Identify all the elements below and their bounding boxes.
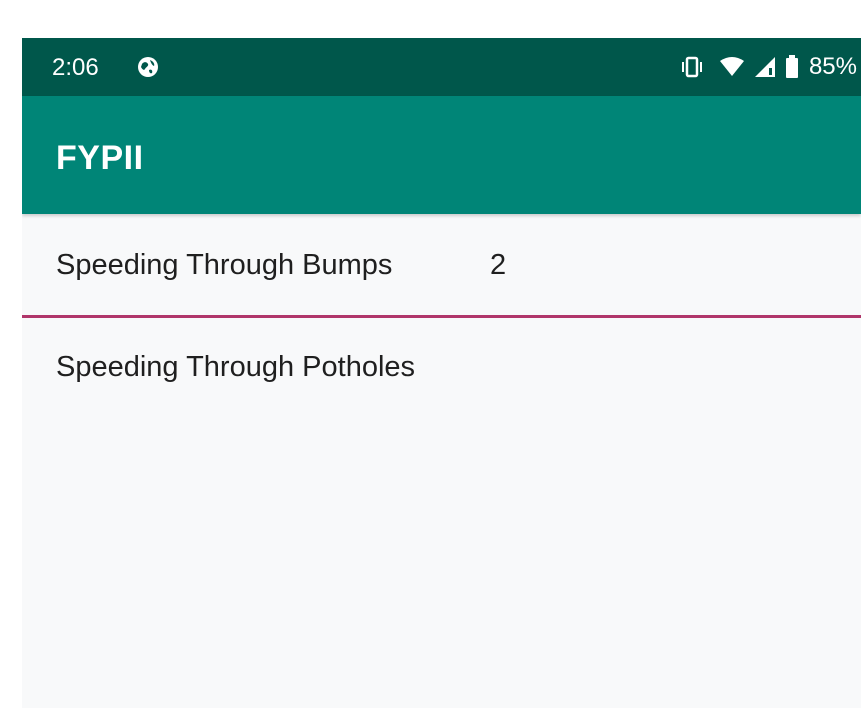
phone-screen: 2:06 85% FYPII Speeding Through Bumps 2 … <box>22 38 861 708</box>
status-bar: 2:06 85% <box>22 38 861 96</box>
cell-signal-icon <box>753 56 777 78</box>
globe-icon <box>136 55 160 79</box>
app-title: FYPII <box>56 139 144 177</box>
list-item-label: Speeding Through Potholes <box>56 351 416 383</box>
battery-icon <box>785 55 799 79</box>
status-icons: 85% <box>679 53 857 81</box>
list-item-label: Speeding Through Bumps <box>56 249 393 281</box>
status-time: 2:06 <box>52 54 99 81</box>
list-item-speeding-bumps[interactable]: Speeding Through Bumps 2 <box>22 216 861 316</box>
app-bar: FYPII <box>22 96 861 214</box>
vibrate-icon <box>679 55 705 79</box>
wifi-icon <box>719 56 745 78</box>
battery-percent: 85% <box>808 53 857 80</box>
list-item-count: 2 <box>490 249 507 281</box>
list-item-speeding-potholes[interactable]: Speeding Through Potholes <box>22 318 861 418</box>
